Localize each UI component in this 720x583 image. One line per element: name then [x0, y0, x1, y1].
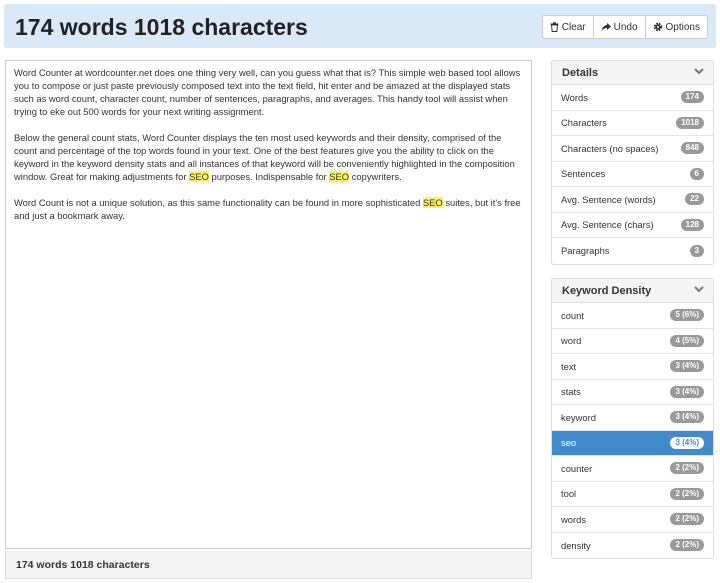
highlighted-keyword: SEO — [329, 171, 350, 182]
trash-icon — [550, 22, 559, 32]
details-item-sentences[interactable]: Sentences 6 — [552, 162, 713, 187]
undo-button-label: Undo — [613, 21, 638, 33]
keyword-item-tool[interactable]: tool 2 (2%) — [552, 482, 713, 507]
keyword-item-label: tool — [561, 488, 577, 500]
details-list: Words 174 Characters 1018 Characters (no spa… — [552, 85, 713, 264]
details-item-badge: 3 — [689, 244, 704, 257]
details-item-words[interactable]: Words 174 — [552, 85, 713, 111]
details-item-label: Avg. Sentence (words) — [561, 193, 656, 205]
details-panel-title: Details — [562, 67, 599, 79]
options-button-label: Options — [665, 21, 700, 33]
keyword-item-word[interactable]: word 4 (5%) — [552, 329, 713, 354]
editor-text: Word Count is not a unique solution, as … — [14, 197, 423, 208]
keyword-item-badge: 3 (4%) — [670, 436, 704, 449]
editor-text: copywriters. — [349, 171, 402, 182]
share-arrow-icon — [601, 22, 611, 31]
keyword-item-label: density — [561, 539, 591, 551]
details-item-characters-no-spaces[interactable]: Characters (no spaces) 848 — [552, 136, 713, 162]
keyword-item-badge: 2 (2%) — [670, 487, 704, 500]
keyword-item-label: words — [561, 513, 587, 525]
chevron-down-icon — [694, 286, 704, 293]
editor-paragraph: Word Counter at wordcounter.net does one… — [14, 66, 523, 118]
details-item-badge: 22 — [685, 193, 704, 206]
options-button[interactable]: Options — [646, 16, 707, 38]
editor-text: Word Counter at wordcounter.net does one… — [14, 67, 521, 117]
details-item-label: Avg. Sentence (chars) — [561, 219, 654, 231]
chevron-down-icon — [694, 68, 704, 75]
editor-paragraph: Below the general count stats, Word Coun… — [14, 131, 523, 183]
keyword-item-badge: 4 (5%) — [670, 334, 704, 347]
status-footer: 174 words 1018 characters — [5, 551, 532, 579]
keyword-item-badge: 2 (2%) — [670, 462, 704, 475]
details-item-label: Characters (no spaces) — [561, 142, 659, 154]
gear-icon — [653, 22, 662, 32]
keyword-item-text[interactable]: text 3 (4%) — [552, 354, 713, 380]
details-item-avg-sentence-words[interactable]: Avg. Sentence (words) 22 — [552, 187, 713, 213]
keyword-item-badge: 5 (6%) — [670, 309, 704, 322]
clear-button-label: Clear — [561, 21, 586, 33]
text-editor[interactable]: Word Counter at wordcounter.net does one… — [5, 60, 532, 549]
keyword-item-label: counter — [561, 462, 593, 474]
keyword-item-seo[interactable]: seo 3 (4%) — [552, 430, 713, 456]
keyword-list: count 5 (6%) word 4 (5%) text 3 (4%) stats 3 (4… — [552, 303, 713, 558]
details-item-badge: 848 — [680, 142, 704, 155]
keyword-item-label: word — [561, 335, 582, 347]
keyword-density-panel: Keyword Density count 5 (6%) word 4 (5%) tex… — [551, 278, 714, 559]
keyword-item-keyword[interactable]: keyword 3 (4%) — [552, 405, 713, 431]
keyword-item-badge: 2 (2%) — [670, 513, 704, 526]
page-title: 174 words 1018 characters — [15, 14, 308, 40]
details-panel: Details Words 174 Characters 1018 Characters… — [551, 60, 714, 265]
details-item-label: Sentences — [561, 168, 606, 180]
details-item-badge: 1018 — [676, 116, 704, 129]
highlighted-keyword: SEO — [189, 171, 209, 182]
keyword-item-label: keyword — [561, 411, 596, 423]
keyword-item-badge: 3 (4%) — [670, 385, 704, 398]
details-item-paragraphs[interactable]: Paragraphs 3 — [552, 238, 713, 264]
keyword-item-words[interactable]: words 2 (2%) — [552, 507, 713, 533]
details-item-characters[interactable]: Characters 1018 — [552, 111, 713, 136]
keyword-item-badge: 3 (4%) — [670, 411, 704, 424]
keyword-density-title: Keyword Density — [562, 285, 652, 297]
keyword-density-header[interactable]: Keyword Density — [552, 279, 713, 303]
header-bar: 174 words 1018 characters Clear Undo Opt… — [4, 4, 716, 48]
keyword-item-stats[interactable]: stats 3 (4%) — [552, 380, 713, 405]
highlighted-keyword: SEO — [422, 197, 443, 208]
details-item-label: Words — [561, 91, 588, 103]
details-panel-header[interactable]: Details — [552, 61, 713, 85]
keyword-item-badge: 3 (4%) — [670, 360, 704, 373]
editor-paragraph: Word Count is not a unique solution, as … — [14, 196, 523, 222]
keyword-item-label: text — [561, 360, 577, 372]
clear-button[interactable]: Clear — [543, 16, 594, 38]
keyword-item-label: count — [561, 309, 584, 321]
undo-button[interactable]: Undo — [594, 16, 646, 38]
details-item-badge: 174 — [680, 91, 704, 104]
keyword-item-count[interactable]: count 5 (6%) — [552, 303, 713, 329]
keyword-item-badge: 2 (2%) — [670, 539, 704, 552]
keyword-item-label: stats — [561, 386, 581, 398]
details-item-label: Paragraphs — [561, 245, 610, 257]
toolbar: Clear Undo Options — [541, 15, 708, 39]
keyword-item-density[interactable]: density 2 (2%) — [552, 533, 713, 559]
keyword-item-counter[interactable]: counter 2 (2%) — [552, 456, 713, 482]
editor-text: purposes. Indispensable for — [208, 171, 330, 182]
details-item-avg-sentence-chars[interactable]: Avg. Sentence (chars) 128 — [552, 213, 713, 238]
details-item-badge: 6 — [689, 167, 704, 180]
details-item-badge: 128 — [680, 218, 704, 231]
details-item-label: Characters — [561, 117, 607, 129]
keyword-item-label: seo — [561, 437, 577, 449]
